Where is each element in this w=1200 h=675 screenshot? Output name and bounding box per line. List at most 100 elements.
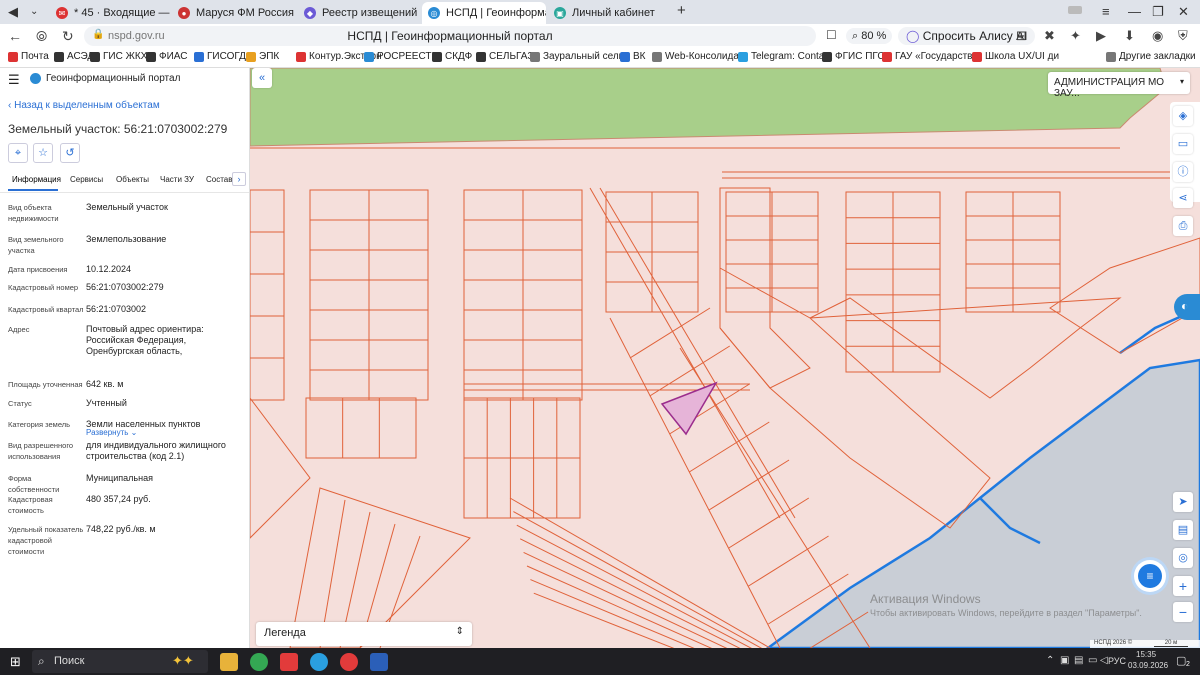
tab-objects[interactable]: Объекты (116, 175, 149, 184)
clock-time[interactable]: 15:35 (1136, 650, 1156, 659)
layer-select[interactable]: АДМИНИСТРАЦИЯ МО ЗАУ... ▾ (1048, 72, 1190, 99)
tab-services[interactable]: Сервисы (70, 175, 103, 184)
volume-icon[interactable]: ◁ (1100, 655, 1108, 666)
extensions-icon[interactable]: ✦ (1070, 28, 1081, 44)
bookmark-item[interactable]: Почта (8, 51, 49, 62)
history-button[interactable]: ↺ (60, 143, 80, 163)
tray-chevron-icon[interactable]: ⌃ (1046, 655, 1054, 666)
notifications-icon[interactable]: ▢ (1176, 654, 1186, 667)
collapse-panel-button[interactable]: « (252, 68, 272, 88)
back-arrow-icon[interactable]: ← (8, 28, 22, 44)
zoom-in-button[interactable]: + (1173, 576, 1193, 596)
address-expand-link[interactable]: Развернуть ⌄ (86, 428, 137, 437)
bookmark-favicon-icon (54, 51, 64, 62)
tab-composition[interactable]: Состав (206, 175, 233, 184)
info-button[interactable]: ⓘ (1173, 162, 1193, 182)
bookmark-item[interactable]: АСЭД (54, 51, 94, 62)
back-to-selected-link[interactable]: ‹ Назад к выделенным объектам (8, 100, 160, 111)
tab-cabinet[interactable]: ▣ Личный кабинет (548, 2, 672, 24)
zoom-out-button[interactable]: − (1173, 602, 1193, 622)
cadastral-map[interactable] (250, 68, 1200, 648)
word-icon[interactable] (370, 653, 388, 671)
play-icon[interactable]: ▶ (1096, 28, 1106, 44)
bookmark-item[interactable]: ВК (620, 51, 646, 62)
bookmark-item[interactable]: Telegram: Contact (738, 51, 832, 62)
telegram-icon[interactable] (310, 653, 328, 671)
bookmark-item[interactable]: СЕЛЬГАЗ (476, 51, 533, 62)
bookmark-item[interactable]: ГИС ЖКХ (90, 51, 147, 62)
file-explorer-icon[interactable] (220, 653, 238, 671)
share-button[interactable]: ⋖ (1173, 188, 1193, 208)
reload-icon[interactable]: ↻ (62, 28, 74, 45)
alice-button[interactable]: ◯ Спросить Алису AI (898, 27, 1036, 45)
gps-button[interactable]: ◎ (1173, 548, 1193, 568)
language-indicator[interactable]: РУС (1108, 656, 1126, 666)
bookmark-item[interactable]: Другие закладки (1106, 51, 1196, 62)
geo-search-button[interactable]: ⌖ (8, 143, 28, 163)
tray-app-icon[interactable]: ▣ (1060, 655, 1069, 666)
chrome-icon[interactable] (250, 653, 268, 671)
tray-app2-icon[interactable]: ▤ (1074, 655, 1083, 666)
bookmark-item[interactable]: Зауральный сель (530, 51, 624, 62)
bookmark-item[interactable]: ФИАС (146, 51, 187, 62)
translate-icon[interactable]: ⊞ (1016, 28, 1027, 44)
tab-parcel-parts[interactable]: Части ЗУ (160, 175, 194, 184)
print-button[interactable]: ⎙ (1173, 216, 1193, 236)
minimize-icon[interactable]: — (1128, 4, 1141, 19)
zoom-indicator[interactable]: ⌕ 80 % (846, 28, 893, 44)
bookmark-item[interactable]: Web-Консолидац (652, 51, 745, 62)
measure-button[interactable]: ▭ (1173, 134, 1193, 154)
chat-button[interactable]: ≡ (1134, 560, 1166, 592)
tab-mail[interactable]: ✉ * 45 · Входящие — Яндекс (50, 2, 170, 24)
tab-registry[interactable]: ◆ Реестр извещений (298, 2, 420, 24)
bookmark-item[interactable]: ЭПК (246, 51, 279, 62)
tab-nspd[interactable]: ◎ НСПД | Геоинформацио ✕ (422, 2, 546, 24)
hamburger-menu-icon[interactable]: ☰ (8, 72, 20, 88)
windows-start-icon[interactable]: ⊞ (10, 654, 21, 670)
yandex-icon[interactable] (340, 653, 358, 671)
restore-icon[interactable]: ❐ (1152, 4, 1164, 20)
bookmark-item[interactable]: СКДФ (432, 51, 472, 62)
close-window-icon[interactable]: ✕ (1178, 4, 1189, 20)
locate-button[interactable]: ➤ (1173, 492, 1193, 512)
profile-icon[interactable]: ◉ (1152, 28, 1163, 44)
tab-manager-icon[interactable] (1068, 6, 1082, 14)
shield-icon[interactable]: ⛨ (1178, 28, 1188, 44)
radio-tab-icon: ● (178, 7, 190, 19)
search-label: Поиск (54, 655, 85, 667)
notification-count: 2 (1186, 661, 1190, 668)
tabs-dropdown-icon[interactable]: ⌄ (30, 6, 38, 17)
yandex-browser-icon[interactable] (280, 653, 298, 671)
bookmark-star-icon[interactable]: ☐ (826, 28, 837, 42)
url-field[interactable]: 🔒 nspd.gov.ru НСПД | Геоинформационный п… (84, 26, 816, 46)
bookmark-item[interactable]: ФГИС ПГС (822, 51, 885, 62)
network-icon[interactable]: ▭ (1088, 655, 1097, 666)
layers-button[interactable]: ◈ (1173, 106, 1193, 126)
tabs-scroll-right-button[interactable]: › (232, 172, 246, 186)
tools-icon[interactable]: ✖ (1044, 28, 1055, 44)
bookmark-item[interactable]: РОСРЕЕСТР (364, 51, 438, 62)
caret-down-icon: ▾ (1179, 77, 1184, 86)
bookmark-item[interactable]: ГИСОГД (194, 51, 246, 62)
map-viewport[interactable]: « АДМИНИСТРАЦИЯ МО ЗАУ... ▾ ◈ ▭ ⓘ ⋖ ⎙ ◐ … (250, 68, 1200, 648)
tab-marusya[interactable]: ● Маруся ФМ Россия (172, 2, 294, 24)
basemap-icon: ▤ (1177, 524, 1189, 536)
legend-toggle[interactable]: Легенда ⇕ (256, 622, 472, 646)
windows-activation-title: Активация Windows (870, 592, 981, 606)
downloads-icon[interactable]: ⬇ (1124, 28, 1135, 44)
taskbar-search[interactable]: ⌕ Поиск ✦✦ (32, 650, 208, 673)
favorite-button[interactable]: ☆ (33, 143, 53, 163)
browser-menu-icon[interactable]: ◀ (8, 4, 18, 20)
accessibility-button[interactable]: ◐ (1174, 294, 1200, 320)
tab-information[interactable]: Информация (12, 175, 61, 184)
basemap-button[interactable]: ▤ (1173, 520, 1193, 540)
yandex-home-icon[interactable]: ⦾ (36, 28, 47, 45)
plus-icon: + (1178, 578, 1188, 594)
bookmark-menu-icon[interactable]: ≡ (1102, 4, 1110, 19)
bookmark-item[interactable]: Школа UX/UI ди (972, 51, 1059, 62)
bookmark-item[interactable]: ГАУ «Государств (882, 51, 973, 62)
bookmark-label: Зауральный сель (543, 51, 624, 62)
new-tab-button[interactable]: + (677, 2, 686, 19)
clock-date[interactable]: 03.09.2026 (1128, 661, 1168, 670)
zoom-icon: ⌕ (852, 30, 862, 42)
